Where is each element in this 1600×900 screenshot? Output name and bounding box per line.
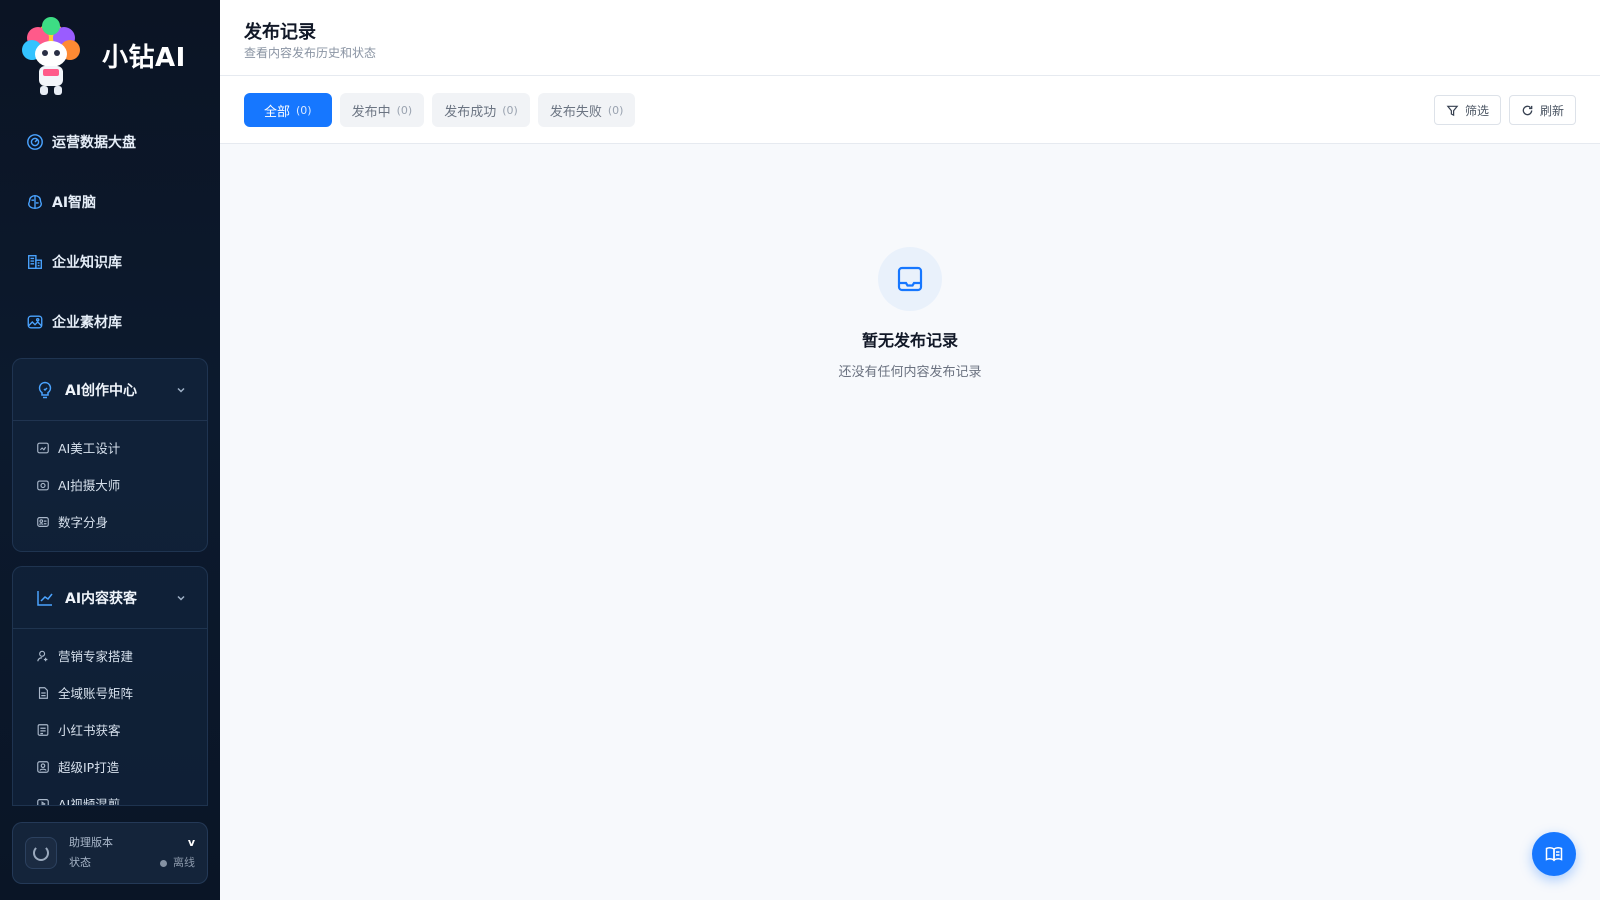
- main-content: 发布记录 查看内容发布历史和状态 全部 (0) 发布中 (0) 发布成功 (0)…: [220, 0, 1600, 900]
- building-icon: [26, 253, 44, 271]
- bulb-icon: [35, 380, 55, 400]
- nav-item-label: AI智脑: [52, 195, 97, 211]
- sub-item-xiaohongshu[interactable]: 小红书获客: [13, 711, 207, 748]
- page-subtitle: 查看内容发布历史和状态: [244, 46, 377, 60]
- brain-icon: [26, 193, 44, 211]
- sub-item-marketing-expert[interactable]: 营销专家搭建: [13, 637, 207, 674]
- tab-label: 发布成功: [444, 104, 497, 120]
- inbox-icon: [895, 264, 925, 294]
- empty-description: 还没有任何内容发布记录: [838, 365, 982, 380]
- tab-label: 全部: [264, 104, 291, 120]
- filter-label: 筛选: [1464, 103, 1489, 118]
- page-header: 发布记录 查看内容发布历史和状态: [220, 0, 1600, 76]
- sub-item-ai-design[interactable]: AI美工设计: [13, 429, 207, 466]
- sub-item-label: 全域账号矩阵: [58, 686, 134, 701]
- sub-item-digital-avatar[interactable]: 数字分身: [13, 503, 207, 540]
- empty-icon-wrap: [878, 247, 942, 311]
- nav-item-label: 企业知识库: [52, 255, 122, 271]
- status-badge: 离线: [160, 853, 195, 873]
- sub-item-label: 数字分身: [58, 515, 109, 530]
- version-value: v: [187, 836, 195, 849]
- toolbar-actions: 筛选 刷新: [1426, 95, 1576, 125]
- version-label: 助理版本: [69, 836, 113, 849]
- status-tabs: 全部 (0) 发布中 (0) 发布成功 (0) 发布失败 (0): [244, 93, 643, 127]
- tab-all[interactable]: 全部 (0): [244, 93, 332, 127]
- page-title: 发布记录: [244, 22, 316, 43]
- group-toggle-creation[interactable]: AI创作中心: [13, 359, 207, 421]
- group-title: AI内容获客: [65, 590, 138, 607]
- tab-count: (0): [502, 103, 518, 117]
- nav-item-label: 运营数据大盘: [52, 135, 136, 151]
- nav-item-dashboard[interactable]: 运营数据大盘: [0, 112, 220, 172]
- tab-failed[interactable]: 发布失败 (0): [537, 93, 636, 127]
- filter-icon: [1446, 104, 1459, 117]
- loading-icon: [25, 837, 57, 869]
- group-title: AI创作中心: [65, 382, 138, 399]
- tab-count: (0): [396, 103, 413, 117]
- tab-publishing[interactable]: 发布中 (0): [339, 93, 425, 127]
- sub-item-label: AI视频混剪: [58, 797, 121, 806]
- document-icon: [36, 686, 50, 700]
- nav-item-ai-brain[interactable]: AI智脑: [0, 172, 220, 232]
- tab-label: 发布中: [351, 104, 391, 120]
- sub-item-account-matrix[interactable]: 全域账号矩阵: [13, 674, 207, 711]
- nav-item-label: 企业素材库: [52, 315, 122, 331]
- brand-name: 小钻AI: [102, 42, 186, 73]
- filter-bar: 全部 (0) 发布中 (0) 发布成功 (0) 发布失败 (0) 筛选 刷新: [220, 76, 1600, 144]
- main-nav: 运营数据大盘 AI智脑 企业知识库 企业素材库: [0, 112, 220, 352]
- camera-icon: [36, 478, 50, 492]
- empty-state: 暂无发布记录 还没有任何内容发布记录: [220, 247, 1600, 380]
- tab-label: 发布失败: [549, 104, 602, 120]
- sub-item-ai-photo[interactable]: AI拍摄大师: [13, 466, 207, 503]
- dashboard-icon: [26, 133, 44, 151]
- status-value: 离线: [173, 856, 195, 869]
- refresh-icon: [1521, 104, 1534, 117]
- tab-success[interactable]: 发布成功 (0): [432, 93, 530, 127]
- mascot-logo: [18, 12, 84, 98]
- nav-item-knowledge-base[interactable]: 企业知识库: [0, 232, 220, 292]
- sub-list: AI美工设计 AI拍摄大师 数字分身: [13, 421, 207, 540]
- image-icon: [26, 313, 44, 331]
- ai-card-icon: [36, 723, 50, 737]
- group-toggle-acquisition[interactable]: AI内容获客: [13, 567, 207, 629]
- chevron-down-icon: [175, 592, 187, 604]
- sub-item-label: AI美工设计: [58, 441, 121, 456]
- sub-item-label: 超级IP打造: [58, 760, 120, 775]
- sub-item-label: 小红书获客: [58, 723, 121, 738]
- nav-group-acquisition: AI内容获客 营销专家搭建 全域账号矩阵 小红书获客 超级IP打造 AI视频混剪: [12, 566, 208, 806]
- tab-count: (0): [607, 103, 624, 117]
- video-icon: [36, 797, 50, 805]
- refresh-button[interactable]: 刷新: [1508, 95, 1576, 125]
- ip-icon: [36, 760, 50, 774]
- design-icon: [36, 441, 50, 455]
- assistant-info: 助理版本 v 状态 离线: [69, 833, 195, 873]
- avatar-card-icon: [36, 515, 50, 529]
- book-icon: [1544, 844, 1564, 864]
- user-plus-icon: [36, 649, 50, 663]
- filter-button[interactable]: 筛选: [1433, 95, 1501, 125]
- sidebar: 小钻AI 运营数据大盘 AI智脑 企业知识库 企业素材库 AI创作中心 AI美工…: [0, 0, 220, 900]
- empty-title: 暂无发布记录: [861, 331, 958, 350]
- nav-group-creation: AI创作中心 AI美工设计 AI拍摄大师 数字分身: [12, 358, 208, 552]
- sub-item-video-mix[interactable]: AI视频混剪: [13, 785, 207, 806]
- sub-item-super-ip[interactable]: 超级IP打造: [13, 748, 207, 785]
- trend-icon: [35, 588, 55, 608]
- status-dot-icon: [160, 859, 167, 867]
- tab-count: (0): [296, 103, 312, 117]
- brand[interactable]: 小钻AI: [18, 10, 186, 100]
- status-label: 状态: [69, 856, 91, 869]
- sub-list: 营销专家搭建 全域账号矩阵 小红书获客 超级IP打造 AI视频混剪: [13, 629, 207, 806]
- assistant-status-card[interactable]: 助理版本 v 状态 离线: [12, 822, 208, 884]
- sub-item-label: AI拍摄大师: [58, 478, 121, 493]
- refresh-label: 刷新: [1539, 103, 1564, 118]
- nav-item-asset-library[interactable]: 企业素材库: [0, 292, 220, 352]
- sub-item-label: 营销专家搭建: [58, 649, 134, 664]
- chevron-down-icon: [175, 384, 187, 396]
- help-docs-button[interactable]: [1532, 832, 1576, 876]
